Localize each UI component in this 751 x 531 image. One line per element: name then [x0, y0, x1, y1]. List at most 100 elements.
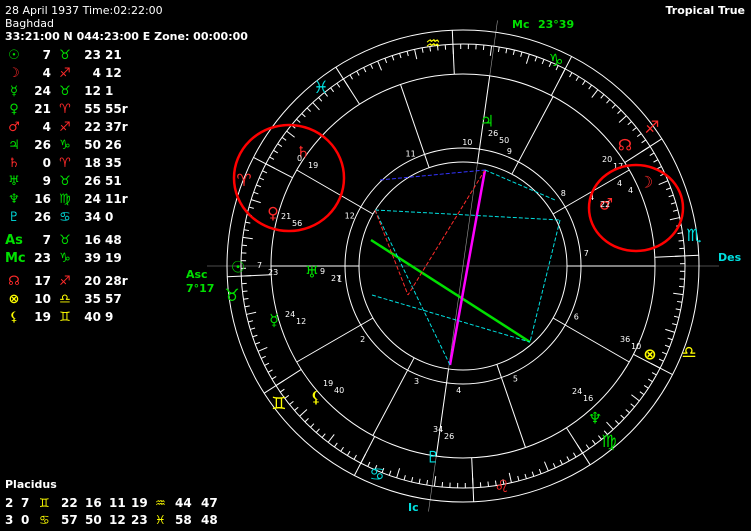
- degree-tick: [251, 199, 261, 204]
- degree-tick: [349, 74, 353, 80]
- aspect-line: [370, 238, 531, 344]
- degree-tick: [651, 372, 657, 376]
- chart-planet-degree: 7: [257, 261, 262, 270]
- degree-tick: [618, 115, 627, 123]
- aspect-line: [371, 294, 531, 343]
- degree-tick: [384, 58, 388, 64]
- degree-tick: [312, 102, 320, 111]
- degree-tick: [667, 337, 673, 341]
- chart-planet-degree: 36: [620, 335, 630, 344]
- degree-tick: [245, 221, 251, 224]
- degree-tick: [269, 156, 275, 160]
- degree-tick: [649, 152, 655, 156]
- degree-tick: [271, 376, 277, 380]
- chart-planet-icon: ♇: [426, 448, 440, 467]
- zodiac-sign-icon: ♌: [494, 477, 509, 497]
- chart-planet-minutes: 27: [331, 274, 341, 283]
- degree-tick: [377, 60, 382, 71]
- degree-tick: [611, 104, 616, 109]
- degree-tick: [606, 99, 611, 104]
- asc-position-label: 7°17: [186, 282, 214, 295]
- zodiac-sign-icon: ♉: [224, 286, 239, 306]
- degree-tick: [399, 53, 402, 59]
- degree-tick: [294, 406, 299, 411]
- degree-tick: [396, 468, 401, 478]
- degree-tick: [606, 421, 614, 430]
- degree-tick: [552, 463, 556, 469]
- zodiac-sign-icon: ♍: [601, 432, 616, 452]
- degree-tick: [541, 59, 545, 65]
- house-number: 9: [507, 147, 512, 156]
- degree-tick: [658, 180, 669, 185]
- aspect-line: [484, 169, 556, 201]
- chart-planet-icon: ☿: [269, 311, 279, 330]
- degree-tick: [582, 80, 586, 86]
- degree-tick: [304, 418, 309, 423]
- degree-tick: [273, 149, 279, 154]
- chart-planet-degree: 21: [281, 212, 291, 221]
- degree-tick: [426, 480, 429, 486]
- chart-planet-minutes: 40: [334, 386, 344, 395]
- degree-tick: [259, 177, 265, 181]
- chart-planet-minutes: 19: [308, 161, 318, 170]
- house-number: 5: [513, 374, 518, 383]
- degree-tick: [318, 97, 323, 102]
- degree-tick: [650, 363, 661, 369]
- ic-label: Ic: [408, 501, 419, 514]
- degree-tick: [248, 206, 254, 209]
- degree-tick: [289, 400, 294, 405]
- degree-tick: [360, 453, 366, 464]
- degree-tick: [243, 229, 249, 232]
- degree-tick: [639, 391, 645, 396]
- aspect-line: [374, 209, 561, 221]
- house-cusp-line: [496, 364, 526, 448]
- degree-tick: [340, 446, 344, 452]
- degree-tick: [370, 63, 374, 69]
- chart-wheel: 123456789101112♒♑♐♏♎♍♌♋♊♉♈♓Asc7°17Mc 23°3…: [186, 18, 742, 514]
- degree-tick: [632, 127, 637, 132]
- degree-tick: [353, 454, 357, 460]
- degree-tick: [250, 327, 256, 330]
- degree-tick: [267, 369, 273, 373]
- chart-planet-icon: ☉: [231, 258, 245, 277]
- chart-planet-icon: ⊗: [643, 345, 656, 364]
- degree-tick: [668, 194, 674, 198]
- degree-tick: [643, 385, 649, 389]
- degree-tick: [411, 476, 414, 483]
- degree-tick: [566, 456, 570, 462]
- aspect-lines: [370, 169, 561, 366]
- degree-tick: [669, 217, 680, 221]
- degree-tick: [306, 107, 311, 112]
- degree-tick: [315, 428, 320, 433]
- degree-tick: [538, 468, 542, 474]
- chart-planet-icon: ☽: [639, 173, 653, 192]
- degree-tick: [512, 49, 515, 56]
- degree-tick: [534, 56, 538, 62]
- chart-planet-icon: ⚸: [310, 388, 322, 407]
- chart-planet-minutes: 23: [268, 268, 278, 277]
- degree-tick: [363, 67, 367, 73]
- degree-tick: [487, 481, 490, 487]
- degree-tick: [262, 170, 268, 174]
- degree-tick: [256, 184, 262, 188]
- chart-planet-degree: 4: [617, 179, 622, 188]
- degree-tick: [277, 143, 283, 147]
- degree-tick: [248, 320, 254, 323]
- house-number: 11: [406, 150, 416, 159]
- chart-planet-degree: 34: [433, 425, 443, 434]
- degree-tick: [625, 409, 630, 414]
- degree-tick: [505, 48, 508, 54]
- degree-tick: [517, 475, 520, 481]
- degree-tick: [333, 442, 338, 448]
- degree-tick: [544, 461, 549, 472]
- degree-tick: [403, 475, 406, 481]
- zodiac-sign-icon: ♒: [425, 34, 440, 54]
- degree-tick: [673, 315, 680, 318]
- degree-tick: [641, 145, 651, 153]
- zodiac-sign-icon: ♐: [644, 118, 659, 138]
- house-number: 8: [561, 189, 566, 198]
- degree-tick: [664, 344, 670, 348]
- chart-planet-degree: 26: [488, 129, 498, 138]
- degree-tick: [658, 358, 664, 362]
- degree-tick: [310, 423, 315, 428]
